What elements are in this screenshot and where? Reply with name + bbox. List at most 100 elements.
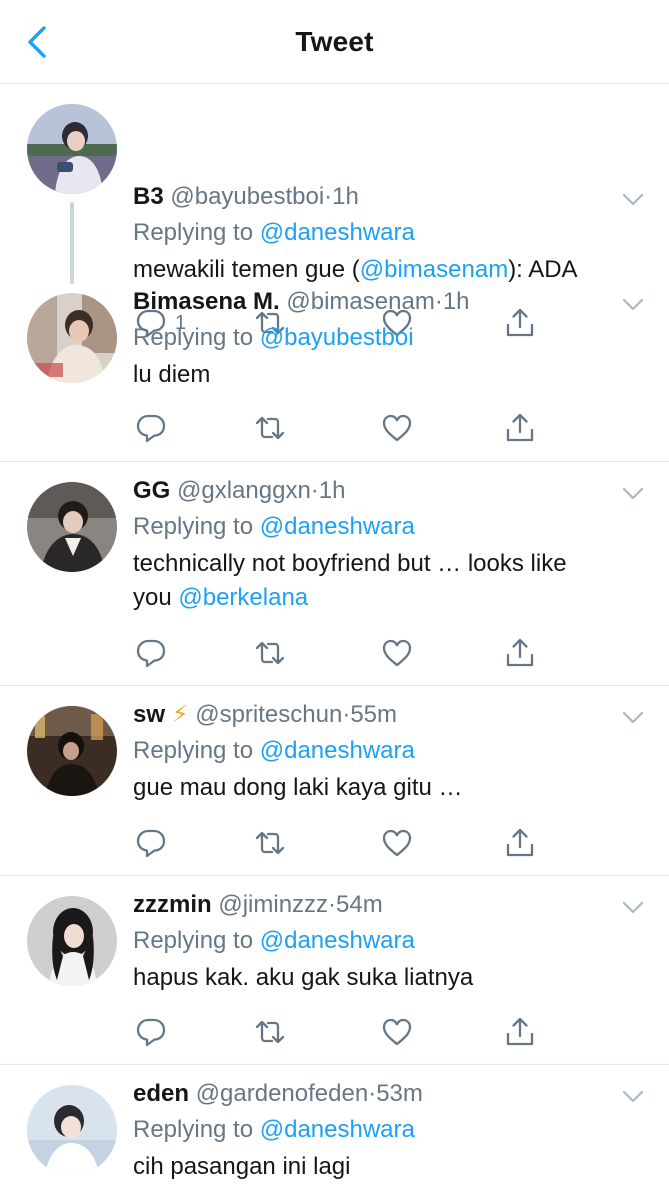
heart-icon xyxy=(381,637,413,669)
display-name[interactable]: eden xyxy=(133,1080,189,1107)
timestamp[interactable]: 55m xyxy=(350,701,397,728)
reply-button[interactable] xyxy=(135,412,167,444)
replying-to-label: Replying to xyxy=(133,1116,254,1143)
heart-icon xyxy=(381,827,413,859)
lightning-emoji-icon: ⚡ xyxy=(171,701,189,728)
display-name[interactable]: Bimasena M. xyxy=(133,288,280,315)
username[interactable]: @jiminzzz xyxy=(218,891,328,918)
tweet-text: lu diem xyxy=(133,361,211,388)
tweet-actions xyxy=(133,1016,669,1048)
tweet-header: GG @gxlanggxn·1h xyxy=(133,475,639,507)
replying-to: Replying to @daneshwara xyxy=(133,735,639,767)
avatar[interactable] xyxy=(27,896,117,986)
display-name[interactable]: GG xyxy=(133,477,170,504)
tweet-actions xyxy=(133,827,669,859)
tweet-gardenofeden[interactable]: eden @gardenofeden·53m Replying to @dane… xyxy=(0,1065,669,1200)
reply-button[interactable] xyxy=(135,637,167,669)
reply-icon xyxy=(135,412,167,444)
reply-icon xyxy=(135,637,167,669)
like-button[interactable] xyxy=(381,827,413,859)
share-icon xyxy=(504,1016,536,1048)
thread-connector-line xyxy=(70,202,74,284)
avatar[interactable] xyxy=(27,104,117,194)
mention-link[interactable]: @berkelana xyxy=(178,584,308,611)
retweet-icon xyxy=(254,1016,286,1048)
replying-to-label: Replying to xyxy=(133,513,254,540)
share-button[interactable] xyxy=(504,412,536,444)
separator-dot: · xyxy=(324,183,333,210)
tweet-spriteschun[interactable]: sw ⚡ @spriteschun·55m Replying to @danes… xyxy=(0,686,669,876)
replying-to-label: Replying to xyxy=(133,324,254,351)
replying-to-mention[interactable]: @daneshwara xyxy=(260,1116,415,1143)
like-button[interactable] xyxy=(381,637,413,669)
back-button[interactable] xyxy=(22,24,52,60)
tweet-jiminzzz[interactable]: zzzmin @jiminzzz·54m Replying to @danesh… xyxy=(0,876,669,1065)
avatar[interactable] xyxy=(27,293,117,383)
tweet-header: B3 @bayubestboi·1h xyxy=(133,181,639,213)
replying-to-label: Replying to xyxy=(133,219,254,246)
tweet-header: Bimasena M. @bimasenam·1h xyxy=(133,286,639,318)
chevron-left-icon xyxy=(28,26,46,58)
tweet-bimasenam[interactable]: Bimasena M. @bimasenam·1h Replying to @b… xyxy=(0,273,669,462)
top-navigation-bar: Tweet xyxy=(0,0,669,84)
like-button[interactable] xyxy=(381,1016,413,1048)
username[interactable]: @spriteschun xyxy=(195,701,342,728)
replying-to-label: Replying to xyxy=(133,927,254,954)
replying-to-mention[interactable]: @daneshwara xyxy=(260,513,415,540)
reply-icon xyxy=(135,827,167,859)
tweet-actions xyxy=(133,637,669,669)
separator-dot: · xyxy=(328,891,337,918)
replying-to: Replying to @daneshwara xyxy=(133,511,639,543)
share-button[interactable] xyxy=(504,827,536,859)
heart-icon xyxy=(381,412,413,444)
username[interactable]: @gxlanggxn xyxy=(177,477,311,504)
tweet-header: sw ⚡ @spriteschun·55m xyxy=(133,699,639,731)
like-button[interactable] xyxy=(381,412,413,444)
display-name[interactable]: sw xyxy=(133,701,165,728)
replying-to: Replying to @bayubestboi xyxy=(133,322,639,354)
reply-button[interactable] xyxy=(135,1016,167,1048)
tweet-gxlanggxn[interactable]: GG @gxlanggxn·1h Replying to @daneshwara… xyxy=(0,462,669,686)
retweet-button[interactable] xyxy=(254,827,286,859)
share-icon xyxy=(504,412,536,444)
tweet-text-line: technically not boyfriend but … looks li… xyxy=(133,550,567,577)
timestamp[interactable]: 53m xyxy=(376,1080,423,1107)
timestamp[interactable]: 1h xyxy=(319,477,346,504)
replying-to-mention[interactable]: @bayubestboi xyxy=(260,324,414,351)
avatar[interactable] xyxy=(27,706,117,796)
replying-to-mention[interactable]: @daneshwara xyxy=(260,219,415,246)
share-button[interactable] xyxy=(504,637,536,669)
avatar[interactable] xyxy=(27,482,117,572)
reply-icon xyxy=(135,1016,167,1048)
page-title: Tweet xyxy=(295,25,374,57)
retweet-icon xyxy=(254,412,286,444)
username[interactable]: @bimasenam xyxy=(286,288,434,315)
tweet-bayubestboi[interactable]: B3 @bayubestboi·1h Replying to @daneshwa… xyxy=(0,84,669,273)
timestamp[interactable]: 1h xyxy=(332,183,359,210)
display-name[interactable]: zzzmin xyxy=(133,891,212,918)
heart-icon xyxy=(381,1016,413,1048)
replying-to-mention[interactable]: @daneshwara xyxy=(260,927,415,954)
replying-to-mention[interactable]: @daneshwara xyxy=(260,737,415,764)
tweet-actions xyxy=(133,412,669,444)
separator-dot: · xyxy=(368,1080,377,1107)
username[interactable]: @bayubestboi xyxy=(170,183,324,210)
replying-to-label: Replying to xyxy=(133,737,254,764)
share-icon xyxy=(504,637,536,669)
tweet-text: cih pasangan ini lagi xyxy=(133,1153,351,1180)
tweet-header: zzzmin @jiminzzz·54m xyxy=(133,889,639,921)
avatar[interactable] xyxy=(27,1085,117,1175)
retweet-icon xyxy=(254,827,286,859)
tweet-text: gue mau dong laki kaya gitu … xyxy=(133,774,463,801)
separator-dot: · xyxy=(434,288,443,315)
share-button[interactable] xyxy=(504,1016,536,1048)
retweet-button[interactable] xyxy=(254,637,286,669)
retweet-button[interactable] xyxy=(254,412,286,444)
username[interactable]: @gardenofeden xyxy=(196,1080,369,1107)
timestamp[interactable]: 54m xyxy=(336,891,383,918)
display-name[interactable]: B3 xyxy=(133,183,164,210)
timestamp[interactable]: 1h xyxy=(443,288,470,315)
retweet-button[interactable] xyxy=(254,1016,286,1048)
reply-button[interactable] xyxy=(135,827,167,859)
tweet-text: hapus kak. aku gak suka liatnya xyxy=(133,964,474,991)
